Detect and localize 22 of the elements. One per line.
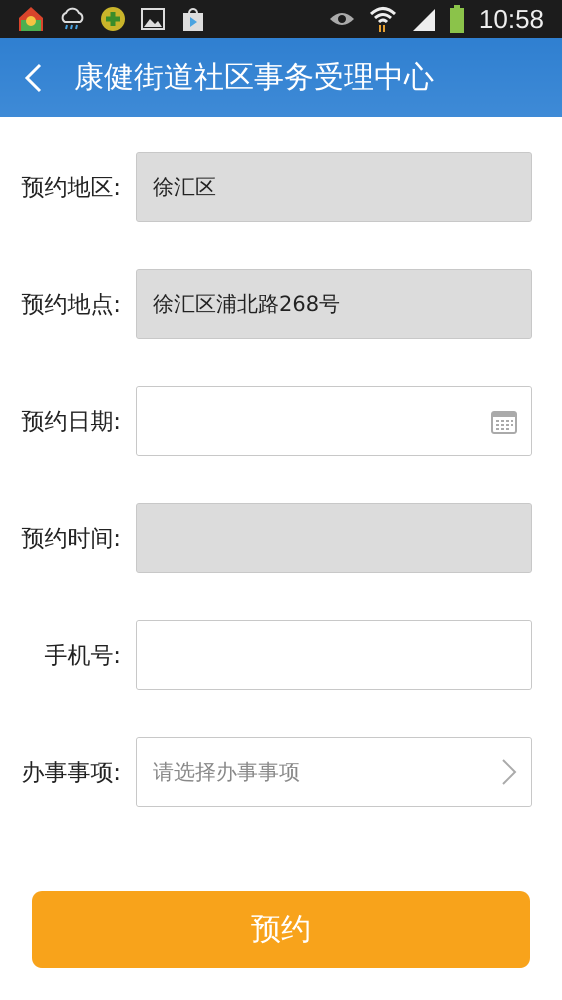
plus-circle-icon: [100, 6, 126, 32]
field-label: 预约地区:: [20, 174, 122, 202]
page-title: 康健街道社区事务受理中心: [74, 59, 434, 97]
field-label: 预约时间:: [20, 524, 122, 554]
image-icon: [140, 7, 166, 31]
input-field[interactable]: [136, 620, 532, 690]
house-icon: [18, 6, 44, 32]
battery-icon: [448, 5, 465, 33]
select-field[interactable]: 请选择办事事项: [136, 737, 532, 807]
eye-icon: [328, 10, 355, 28]
calendar-icon: [491, 408, 517, 434]
signal-icon: [410, 7, 435, 31]
field-label: 预约地点:: [20, 290, 122, 320]
clock: 10:58: [478, 4, 544, 34]
date-field[interactable]: [136, 386, 532, 456]
field-label: 预约日期:: [20, 408, 122, 436]
wifi-icon: [368, 5, 397, 33]
field-label: 手机号:: [43, 642, 122, 670]
back-icon[interactable]: [24, 62, 42, 92]
chevron-right-icon: [501, 758, 517, 786]
shopping-bag-icon: [180, 6, 206, 32]
field-label: 办事事项:: [20, 758, 122, 788]
